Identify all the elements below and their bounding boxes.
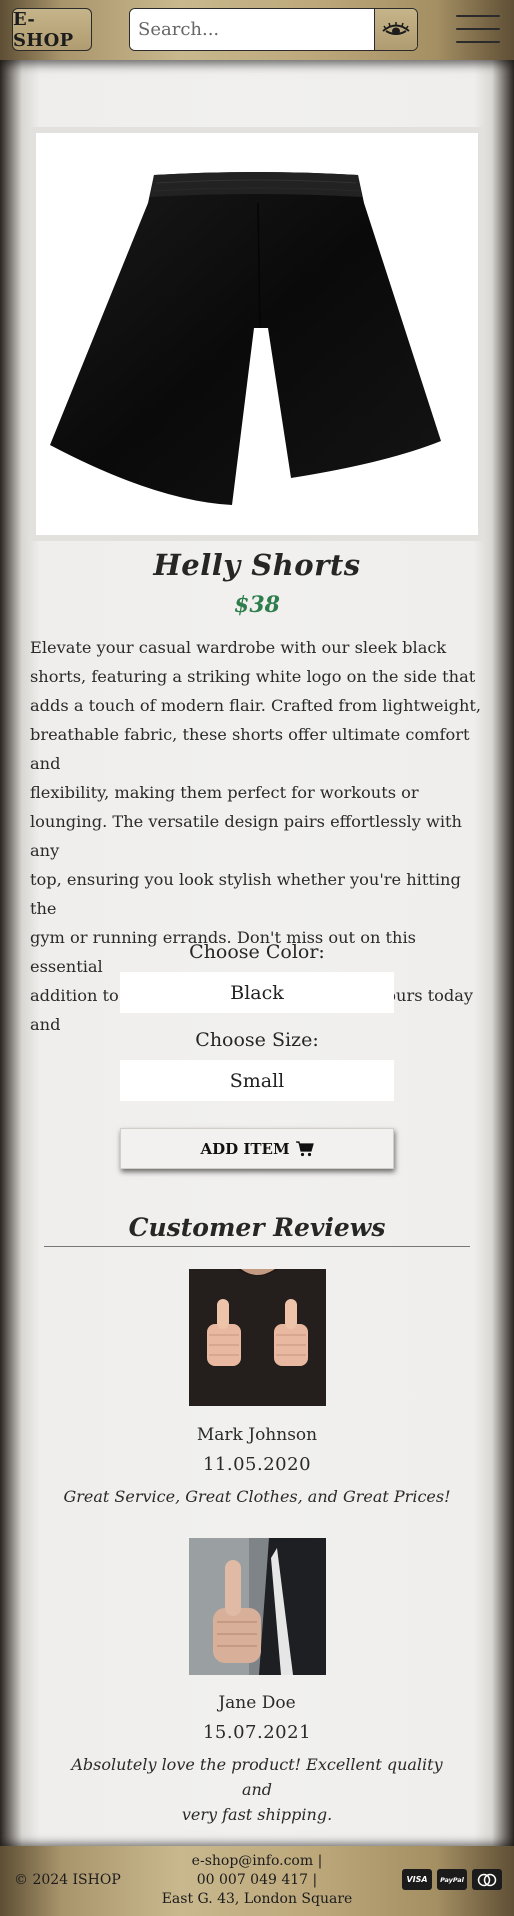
thumbs-up-photo xyxy=(189,1269,326,1406)
product-image xyxy=(30,127,484,541)
logo-button[interactable]: E-SHOP xyxy=(12,8,92,51)
review-date: 11.05.2020 xyxy=(202,1454,312,1475)
contact-address: East G. 43, London Square xyxy=(161,1891,353,1907)
description-line: Elevate your casual wardrobe with our sl… xyxy=(30,638,447,657)
hamburger-icon[interactable] xyxy=(456,15,500,43)
payment-icons: VISA PayPal xyxy=(402,1869,502,1890)
visa-icon: VISA xyxy=(402,1869,432,1890)
mastercard-icon xyxy=(472,1869,502,1890)
product-title: Helly Shorts xyxy=(153,548,361,582)
search-bar xyxy=(129,8,418,51)
description-line: lounging. The versatile design pairs eff… xyxy=(30,812,462,860)
product-price: $38 xyxy=(234,592,280,618)
search-button[interactable] xyxy=(374,9,417,50)
divider xyxy=(44,1246,470,1247)
description-line: shorts, featuring a striking white logo … xyxy=(30,667,476,686)
review-text-line: Absolutely love the product! Excellent q… xyxy=(71,1755,443,1799)
contact-email[interactable]: e-shop@info.com | xyxy=(150,1852,364,1871)
paypal-icon: PayPal xyxy=(437,1869,467,1890)
reviews-title: Customer Reviews xyxy=(128,1213,386,1242)
avatar xyxy=(189,1538,326,1675)
color-select[interactable]: Black xyxy=(120,972,394,1013)
eye-icon xyxy=(382,21,410,35)
description-line: breathable fabric, these shorts offer ul… xyxy=(30,725,470,773)
reviewer-name: Mark Johnson xyxy=(196,1425,318,1445)
description-line: adds a touch of modern flair. Crafted fr… xyxy=(30,696,482,715)
copyright: © 2024 ISHOP xyxy=(14,1872,121,1888)
size-select[interactable]: Small xyxy=(120,1060,394,1101)
thumbs-up-photo xyxy=(189,1538,326,1675)
search-input[interactable] xyxy=(130,9,374,50)
review-text-line: very fast shipping. xyxy=(181,1805,333,1824)
review-text: Great Service, Great Clothes, and Great … xyxy=(60,1484,454,1509)
review-text-line: Great Service, Great Clothes, and Great … xyxy=(63,1487,451,1506)
description-line: top, ensuring you look stylish whether y… xyxy=(30,870,461,918)
add-item-button[interactable]: ADD ITEM xyxy=(120,1128,394,1169)
avatar xyxy=(189,1269,326,1406)
color-label: Choose Color: xyxy=(189,941,325,963)
cart-icon xyxy=(295,1140,314,1156)
site-header: E-SHOP xyxy=(0,0,514,60)
review-date: 15.07.2021 xyxy=(202,1722,312,1743)
contact-phone[interactable]: 00 007 049 417 | xyxy=(150,1871,364,1890)
size-label: Choose Size: xyxy=(195,1029,319,1051)
reviewer-name: Jane Doe xyxy=(218,1693,296,1713)
review-text: Absolutely love the product! Excellent q… xyxy=(60,1752,454,1827)
add-item-label: ADD ITEM xyxy=(200,1139,290,1158)
shorts-image xyxy=(50,172,441,505)
description-line: flexibility, making them perfect for wor… xyxy=(30,783,419,802)
contact-info: e-shop@info.com | 00 007 049 417 | East … xyxy=(150,1852,364,1909)
